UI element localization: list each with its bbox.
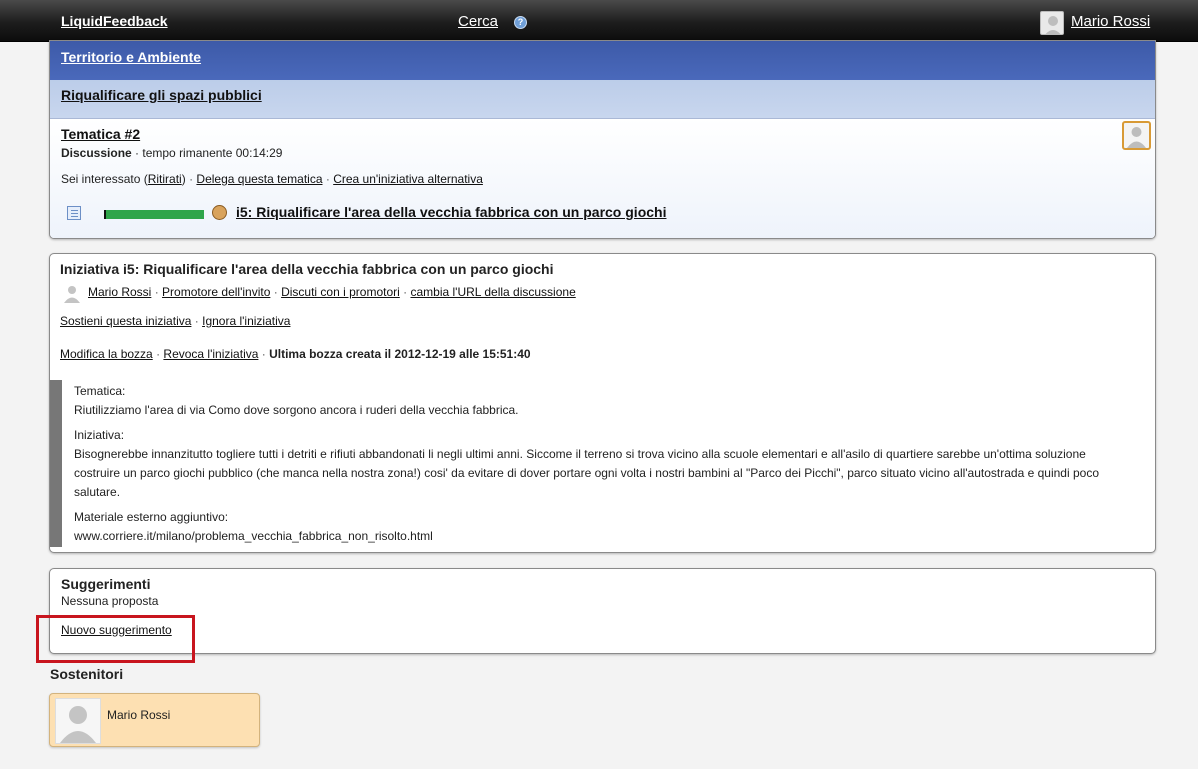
issue-text: Riutilizziamo l'area di via Como dove so… bbox=[74, 403, 519, 417]
issue-actions: Sei interessato (Ritirati) · Delega ques… bbox=[61, 172, 483, 186]
external-url: www.corriere.it/milano/problema_vecchia_… bbox=[74, 529, 433, 543]
user-avatar-icon[interactable] bbox=[1122, 121, 1151, 150]
initiative-meta: Mario Rossi · Promotore dell'invito · Di… bbox=[60, 285, 1145, 305]
top-bar: LiquidFeedback Cerca ? Mario Rossi bbox=[0, 0, 1198, 42]
issue-time-remaining: · tempo rimanente 00:14:29 bbox=[135, 146, 283, 160]
supporters-title: Sostenitori bbox=[50, 666, 124, 682]
edit-draft-link[interactable]: Modifica la bozza bbox=[60, 347, 153, 361]
user-avatar-icon[interactable] bbox=[1040, 11, 1064, 35]
interest-suffix: ) bbox=[181, 172, 186, 186]
author-avatar-icon bbox=[62, 283, 82, 303]
progress-bar bbox=[104, 210, 204, 219]
initiative-box: Iniziativa i5: Riqualificare l'area dell… bbox=[49, 253, 1156, 553]
initiative-row: i5: Riqualificare l'area della vecchia f… bbox=[67, 203, 767, 223]
issue-label: Tematica: bbox=[74, 384, 126, 398]
supporter-name: Mario Rossi bbox=[107, 708, 171, 722]
policy-header: Riqualificare gli spazi pubblici bbox=[50, 80, 1155, 119]
policy-link[interactable]: Riqualificare gli spazi pubblici bbox=[61, 87, 262, 103]
issue-body: Tematica #2 Discussione · tempo rimanent… bbox=[50, 119, 1155, 238]
supporter-avatar-icon bbox=[55, 698, 101, 744]
brand-link[interactable]: LiquidFeedback bbox=[61, 13, 168, 29]
external-label: Materiale esterno aggiuntivo: bbox=[74, 510, 229, 524]
highlight-box bbox=[36, 615, 195, 663]
area-link[interactable]: Territorio e Ambiente bbox=[61, 49, 201, 65]
create-alternative-link[interactable]: Crea un'iniziativa alternativa bbox=[333, 172, 483, 186]
draft-actions: Modifica la bozza · Revoca l'iniziativa … bbox=[60, 347, 531, 361]
initiative-title: Iniziativa i5: Riqualificare l'area dell… bbox=[60, 261, 554, 277]
issue-status: Discussione · tempo rimanente 00:14:29 bbox=[61, 146, 1144, 160]
document-icon[interactable] bbox=[67, 206, 81, 220]
author-link[interactable]: Mario Rossi bbox=[88, 285, 151, 299]
interest-prefix: Sei interessato ( bbox=[61, 172, 148, 186]
delegate-issue-link[interactable]: Delega questa tematica bbox=[196, 172, 322, 186]
promoter-invite-link[interactable]: Promotore dell'invito bbox=[162, 285, 270, 299]
revoke-link[interactable]: Revoca l'iniziativa bbox=[163, 347, 258, 361]
initiative-actions: Sostieni questa iniziativa · Ignora l'in… bbox=[60, 314, 291, 328]
suggestions-box: Suggerimenti Nessuna proposta Nuovo sugg… bbox=[49, 568, 1156, 654]
discuss-link[interactable]: Discuti con i promotori bbox=[281, 285, 400, 299]
draft-content: Tematica: Riutilizziamo l'area di via Co… bbox=[50, 380, 1155, 547]
search-link[interactable]: Cerca bbox=[458, 13, 498, 30]
issue-box: Territorio e Ambiente Riqualificare gli … bbox=[49, 40, 1156, 239]
suggestions-title: Suggerimenti bbox=[61, 576, 151, 592]
help-icon[interactable]: ? bbox=[514, 16, 527, 29]
no-suggestions-text: Nessuna proposta bbox=[61, 594, 159, 608]
user-name-link[interactable]: Mario Rossi bbox=[1071, 13, 1150, 30]
issue-phase: Discussione bbox=[61, 146, 132, 160]
area-header: Territorio e Ambiente bbox=[50, 41, 1155, 80]
initiative-text: Bisognerebbe innanzitutto togliere tutti… bbox=[74, 447, 1099, 499]
supporter-card[interactable]: Mario Rossi bbox=[49, 693, 260, 747]
issue-title-link[interactable]: Tematica #2 bbox=[61, 126, 140, 142]
withdraw-link[interactable]: Ritirati bbox=[148, 172, 182, 186]
last-draft-info: Ultima bozza creata il 2012-12-19 alle 1… bbox=[269, 347, 531, 361]
initiator-hat-icon bbox=[212, 205, 227, 220]
initiative-link[interactable]: i5: Riqualificare l'area della vecchia f… bbox=[236, 204, 666, 220]
support-link[interactable]: Sostieni questa iniziativa bbox=[60, 314, 191, 328]
ignore-link[interactable]: Ignora l'iniziativa bbox=[202, 314, 290, 328]
initiative-label: Iniziativa: bbox=[74, 428, 125, 442]
change-url-link[interactable]: cambia l'URL della discussione bbox=[410, 285, 575, 299]
